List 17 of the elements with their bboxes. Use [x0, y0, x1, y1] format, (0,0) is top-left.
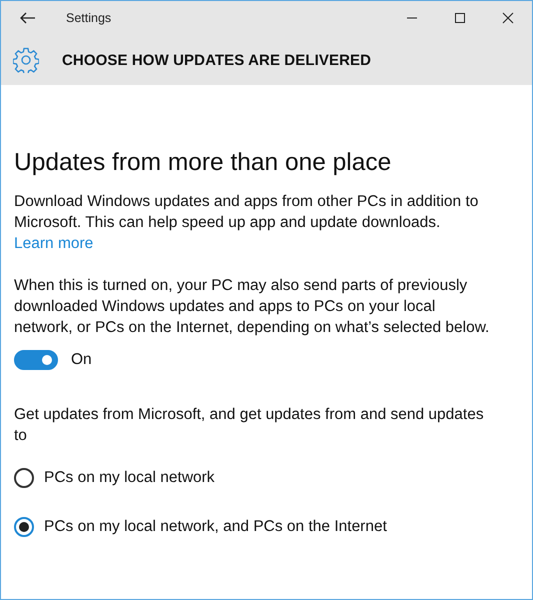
toggle-label: On	[71, 351, 92, 369]
gear-icon	[13, 47, 39, 73]
prompt-text: Get updates from Microsoft, and get updates from and send updates to	[14, 405, 485, 446]
description-text: Download Windows updates and apps from other PCs in addition to Microsoft. This can help speed up app and update downloads.	[14, 192, 480, 233]
back-icon[interactable]	[20, 12, 36, 24]
section-heading: Updates from more than one place	[14, 149, 392, 177]
window-title: Settings	[66, 11, 112, 25]
page-title: CHOOSE HOW UPDATES ARE DELIVERED	[62, 52, 372, 68]
maximize-icon[interactable]	[454, 12, 466, 24]
toggle-switch[interactable]	[14, 350, 58, 370]
close-icon[interactable]	[502, 12, 514, 24]
radio-label[interactable]: PCs on my local network	[44, 469, 215, 487]
note-text: When this is turned on, your PC may also send parts of previously downloaded Windows updates and apps to PCs on your local network, or PCs on the Internet, depending on what’s selected below.	[14, 276, 490, 338]
learn-more-link[interactable]: Learn more	[14, 233, 94, 254]
radio-button[interactable]	[14, 517, 34, 537]
radio-button[interactable]	[14, 468, 34, 488]
radio-label[interactable]: PCs on my local network, and PCs on the Internet	[44, 518, 387, 536]
